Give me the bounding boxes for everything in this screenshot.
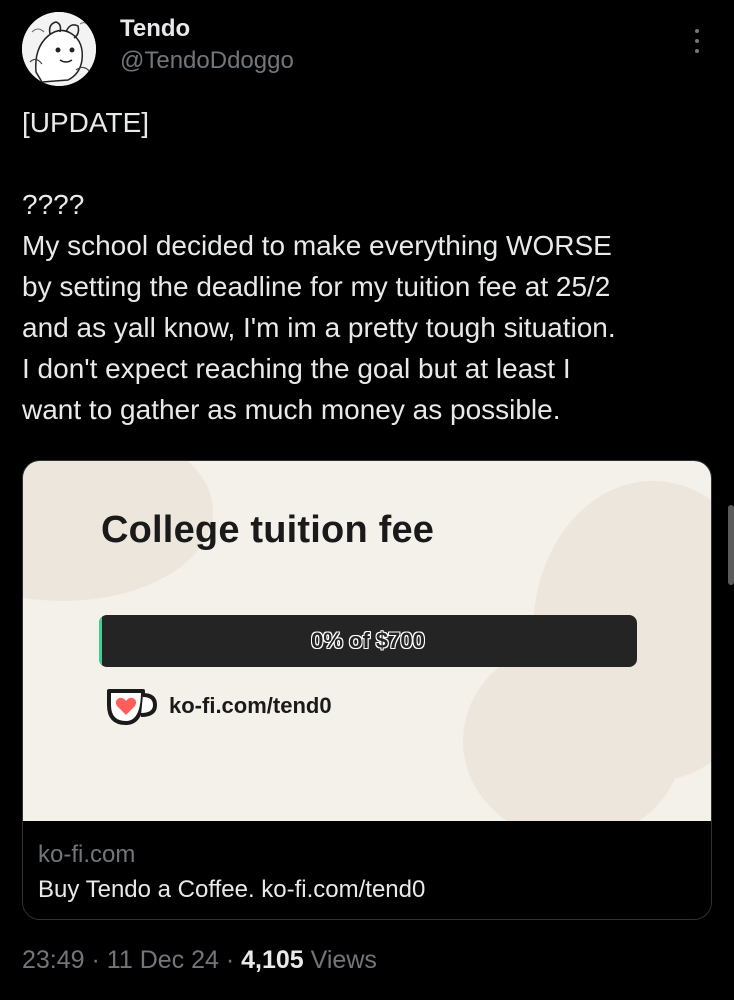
- tweet-line: by setting the deadline for my tuition f…: [22, 271, 611, 302]
- author-avatar[interactable]: [22, 12, 96, 86]
- views-label: Views: [310, 946, 377, 974]
- card-domain: ko-fi.com: [38, 841, 136, 868]
- tweet-line: and as yall know, I'm im a pretty tough …: [22, 312, 616, 343]
- card-footer: ko-fi.com Buy Tendo a Coffee. ko-fi.com/…: [23, 821, 711, 919]
- more-vertical-icon: [695, 29, 699, 33]
- more-vertical-icon-dot: [695, 49, 699, 53]
- tweet-time[interactable]: 23:49: [22, 946, 85, 974]
- author-handle[interactable]: @TendoDdoggo: [120, 47, 294, 75]
- tweet-line: [UPDATE]: [22, 107, 150, 138]
- goal-title: College tuition fee: [101, 509, 435, 551]
- tweet-line: ????: [22, 189, 85, 220]
- tweet-date[interactable]: 11 Dec 24: [107, 946, 219, 974]
- card-title: Buy Tendo a Coffee. ko-fi.com/tend0: [38, 876, 426, 903]
- more-options-button[interactable]: [683, 26, 711, 56]
- scrollbar[interactable]: [728, 505, 734, 585]
- meta-separator: ·: [91, 946, 100, 974]
- tweet-line: want to gather as much money as possible…: [22, 394, 561, 425]
- goal-progress-bar: 0% of $700: [99, 615, 637, 667]
- kofi-cup-icon: [107, 689, 158, 725]
- meta-separator: ·: [225, 946, 235, 974]
- tweet-text: [UPDATE] ???? My school decided to make …: [22, 102, 722, 430]
- card-image: College tuition fee 0% of $700 ko-fi.com…: [23, 461, 711, 821]
- more-vertical-icon-dot: [695, 39, 699, 43]
- progress-text: 0% of $700: [311, 628, 425, 653]
- tweet-meta: 23:49 · 11 Dec 24 · 4,105 Views: [22, 946, 377, 975]
- link-card[interactable]: College tuition fee 0% of $700 ko-fi.com…: [22, 460, 712, 920]
- tweet-line: My school decided to make everything WOR…: [22, 230, 612, 261]
- kofi-url: ko-fi.com/tend0: [169, 693, 332, 718]
- tweet-line: I don't expect reaching the goal but at …: [22, 353, 571, 384]
- doodle-avatar-icon: [22, 12, 96, 86]
- author-name[interactable]: Tendo: [120, 15, 190, 43]
- views-count[interactable]: 4,105: [241, 946, 304, 974]
